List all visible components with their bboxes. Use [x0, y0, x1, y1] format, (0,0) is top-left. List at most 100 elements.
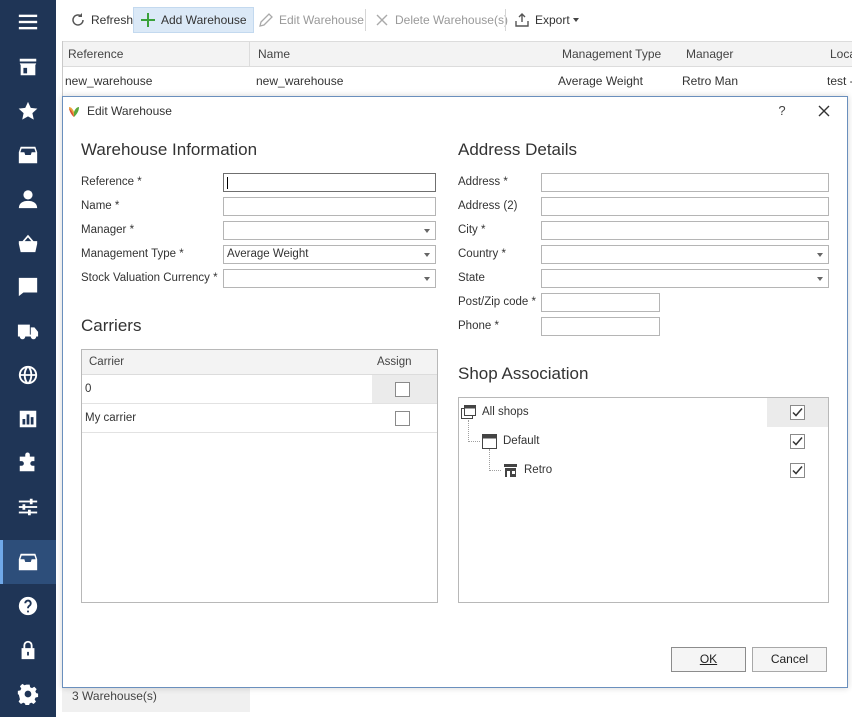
chart-icon [19, 410, 37, 428]
state-select[interactable] [541, 269, 829, 288]
column-header-name[interactable]: Name [252, 42, 552, 66]
chevron-down-icon [424, 229, 430, 233]
column-header-manager[interactable]: Manager [680, 42, 800, 66]
ok-label: OK [699, 652, 718, 666]
column-header-location[interactable]: Loca [824, 42, 852, 66]
warehouse-count: 3 Warehouse(s) [72, 689, 157, 703]
management-type-value: Average Weight [227, 248, 309, 260]
sidebar-item-favorites[interactable] [0, 89, 56, 133]
sidebar-item-international[interactable] [0, 353, 56, 397]
column-header-management-type[interactable]: Management Type [556, 42, 676, 66]
sidebar [0, 0, 56, 717]
currency-label: Stock Valuation Currency * [81, 272, 218, 284]
country-select[interactable] [541, 245, 829, 264]
tree-item-default[interactable]: Default [459, 427, 828, 456]
puzzle-icon [19, 452, 35, 472]
carrier-name: My carrier [85, 412, 137, 424]
state-label: State [458, 272, 485, 284]
delete-warehouse-button[interactable]: Delete Warehouse(s) [368, 7, 514, 33]
manager-select[interactable] [223, 221, 436, 240]
dialog-titlebar[interactable]: Edit Warehouse ? [63, 97, 847, 125]
management-type-label: Management Type * [81, 248, 184, 260]
close-icon [818, 105, 830, 117]
toolbar-separator [505, 9, 506, 31]
store-icon [19, 58, 37, 76]
chevron-down-icon [424, 253, 430, 257]
zip-input[interactable] [541, 293, 660, 312]
cell-manager: Retro Man [682, 74, 739, 88]
address-input[interactable] [541, 173, 829, 192]
shop-checkbox[interactable] [790, 463, 805, 478]
city-label: City * [458, 224, 486, 236]
chevron-down-icon [572, 18, 579, 22]
carrier-row[interactable]: 0 [82, 375, 437, 404]
chevron-down-icon [424, 277, 430, 281]
refresh-icon [72, 13, 84, 26]
cancel-button[interactable]: Cancel [752, 647, 827, 672]
sidebar-item-warehouses[interactable] [0, 540, 56, 584]
basket-icon [18, 234, 38, 253]
management-type-select[interactable]: Average Weight [223, 245, 436, 264]
message-icon [18, 277, 38, 297]
carrier-row[interactable]: My carrier [82, 404, 437, 433]
help-button[interactable]: ? [771, 100, 793, 122]
status-bar: 3 Warehouse(s) [62, 688, 250, 712]
assign-checkbox[interactable] [395, 411, 410, 426]
column-header-reference[interactable]: Reference [62, 42, 250, 66]
assign-checkbox[interactable] [395, 382, 410, 397]
address2-input[interactable] [541, 197, 829, 216]
add-warehouse-button[interactable]: Add Warehouse [133, 7, 254, 33]
close-icon [376, 14, 388, 26]
sidebar-item-config[interactable] [0, 672, 56, 716]
sidebar-item-customers[interactable] [0, 177, 56, 221]
dialog-title: Edit Warehouse [87, 104, 172, 118]
star-icon [18, 101, 38, 120]
name-input[interactable] [223, 197, 436, 216]
sidebar-item-security[interactable] [0, 628, 56, 672]
shop-name: All shops [482, 406, 529, 418]
add-warehouse-label: Add Warehouse [161, 13, 247, 27]
table-row[interactable]: new_warehouse new_warehouse Average Weig… [62, 67, 852, 95]
refresh-label: Refresh [91, 13, 134, 27]
currency-select[interactable] [223, 269, 436, 288]
reference-label: Reference * [81, 176, 142, 188]
carrier-column-header: Carrier [89, 356, 125, 368]
country-label: Country * [458, 248, 506, 260]
sidebar-item-orders[interactable] [0, 221, 56, 265]
address-details-title: Address Details [458, 140, 578, 159]
city-input[interactable] [541, 221, 829, 240]
edit-warehouse-button[interactable]: Edit Warehouse [252, 7, 370, 33]
user-icon [18, 190, 38, 209]
address-label: Address * [458, 176, 508, 188]
sidebar-menu[interactable] [0, 0, 56, 44]
export-icon [515, 13, 529, 27]
sidebar-item-messages[interactable] [0, 265, 56, 309]
close-button[interactable] [813, 100, 835, 122]
chevron-down-icon [817, 277, 823, 281]
sidebar-item-stats[interactable] [0, 397, 56, 441]
ok-button[interactable]: OK [671, 647, 746, 672]
shop-checkbox[interactable] [790, 434, 805, 449]
refresh-button[interactable]: Refresh [64, 7, 139, 33]
tree-item-retro[interactable]: Retro [459, 456, 828, 485]
inbox-icon [18, 146, 38, 164]
sidebar-item-settings[interactable] [0, 485, 56, 529]
sidebar-item-store[interactable] [0, 45, 56, 89]
export-button[interactable]: Export [508, 7, 585, 33]
tree-item-all-shops[interactable]: All shops [459, 398, 828, 427]
shop-checkbox[interactable] [790, 405, 805, 420]
phone-input[interactable] [541, 317, 660, 336]
reference-input[interactable] [223, 173, 436, 192]
sidebar-item-inbox[interactable] [0, 133, 56, 177]
cell-reference: new_warehouse [65, 74, 153, 88]
cell-location: test - [827, 74, 852, 88]
assign-column-header: Assign [377, 356, 412, 368]
gear-icon [17, 683, 39, 705]
sidebar-item-modules[interactable] [0, 441, 56, 485]
sidebar-item-help[interactable] [0, 584, 56, 628]
name-label: Name * [81, 200, 120, 212]
export-label: Export [535, 13, 570, 27]
shop-tree: All shops Default Retro [458, 397, 829, 603]
sidebar-item-shipping[interactable] [0, 309, 56, 353]
check-icon [792, 466, 803, 475]
